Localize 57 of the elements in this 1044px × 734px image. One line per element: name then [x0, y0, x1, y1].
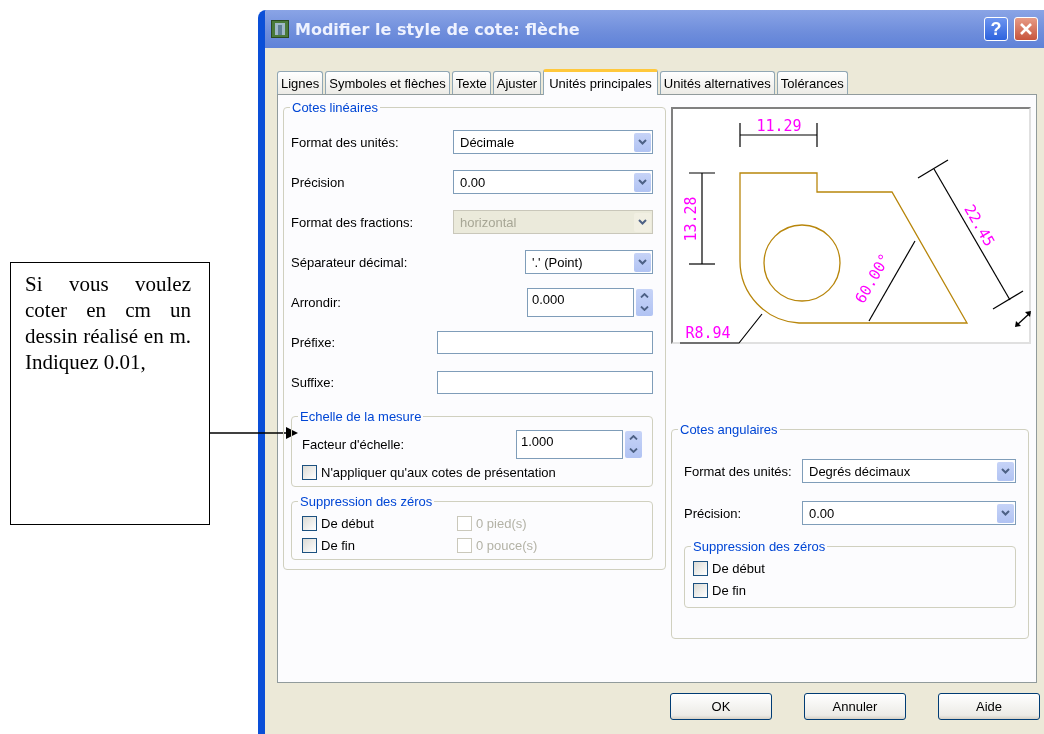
group-title: Suppression des zéros — [691, 539, 828, 554]
tab[interactable]: Symboles et flèches — [325, 71, 450, 94]
caret-icon — [638, 219, 647, 225]
tab[interactable]: Texte — [451, 71, 491, 94]
close-icon — [1019, 22, 1033, 36]
field-label: Précision: — [684, 505, 742, 521]
dropdown[interactable]: 0.00 — [453, 170, 653, 194]
dimension-value: 13.28 — [682, 196, 700, 242]
checkbox[interactable]: N'appliquer qu'aux cotes de présentation — [302, 461, 556, 483]
checkbox[interactable]: De fin — [693, 579, 1007, 601]
field-label: Format des fractions: — [291, 214, 414, 230]
input-field[interactable] — [437, 330, 653, 354]
dropdown[interactable]: Degrés décimaux — [802, 459, 1016, 483]
checkbox[interactable]: De début — [693, 557, 1007, 579]
field-label: Préfixe: — [291, 334, 336, 350]
number-field[interactable]: 1.000 — [516, 429, 623, 459]
tab[interactable]: Lignes — [277, 71, 324, 94]
caret-icon — [638, 179, 647, 185]
spin-buttons[interactable] — [636, 288, 653, 316]
checkbox[interactable]: De fin — [302, 534, 457, 556]
app-icon — [271, 20, 289, 38]
group-title: Cotes linéaires — [290, 100, 380, 115]
group-title: Echelle de la mesure — [298, 409, 424, 424]
caret-icon — [1001, 468, 1010, 474]
field-label: Suffixe: — [291, 374, 335, 390]
field-label: Précision — [291, 174, 345, 190]
dropdown[interactable]: 0.00 — [802, 501, 1016, 525]
input-field[interactable] — [437, 370, 653, 394]
group-title: Suppression des zéros — [298, 494, 435, 509]
caret-icon — [638, 139, 647, 145]
field-label: Facteur d'échelle: — [302, 436, 405, 452]
resize-arrow-icon — [1015, 311, 1031, 327]
close-button[interactable] — [1014, 17, 1038, 41]
tab[interactable]: Ajuster — [492, 71, 542, 94]
tab[interactable]: Unités alternatives — [659, 71, 775, 94]
group-title: Cotes angulaires — [678, 422, 780, 437]
dropdown[interactable]: '.' (Point) — [525, 250, 653, 274]
tab[interactable]: Unités principales — [543, 69, 658, 95]
dialog-button[interactable]: Aide — [938, 693, 1040, 720]
help-button[interactable]: ? — [984, 17, 1008, 41]
spin-buttons[interactable] — [625, 430, 642, 458]
field-label: Format des unités: — [291, 134, 399, 150]
note-box: Si vous voulez coter en cm un dessin réalisé en m. Indiquez 0.01, — [10, 262, 210, 525]
checkbox[interactable]: De début — [302, 512, 457, 534]
field-label: Format des unités: — [684, 463, 792, 479]
caret-icon — [1001, 510, 1010, 516]
dimension-value: 11.29 — [756, 117, 802, 135]
dialog-button[interactable]: Annuler — [804, 693, 906, 720]
caret-icon — [638, 259, 647, 265]
tab[interactable]: Tolérances — [776, 71, 848, 94]
field-label: Arrondir: — [291, 294, 341, 310]
field-label: Séparateur décimal: — [291, 254, 408, 270]
window-title: Modifier le style de cote: flèche — [295, 19, 581, 39]
number-field[interactable]: 0.000 — [527, 287, 634, 317]
dimension-value: R8.94 — [685, 324, 731, 342]
dialog-button[interactable]: OK — [670, 693, 772, 720]
dropdown[interactable]: Décimale — [453, 130, 653, 154]
